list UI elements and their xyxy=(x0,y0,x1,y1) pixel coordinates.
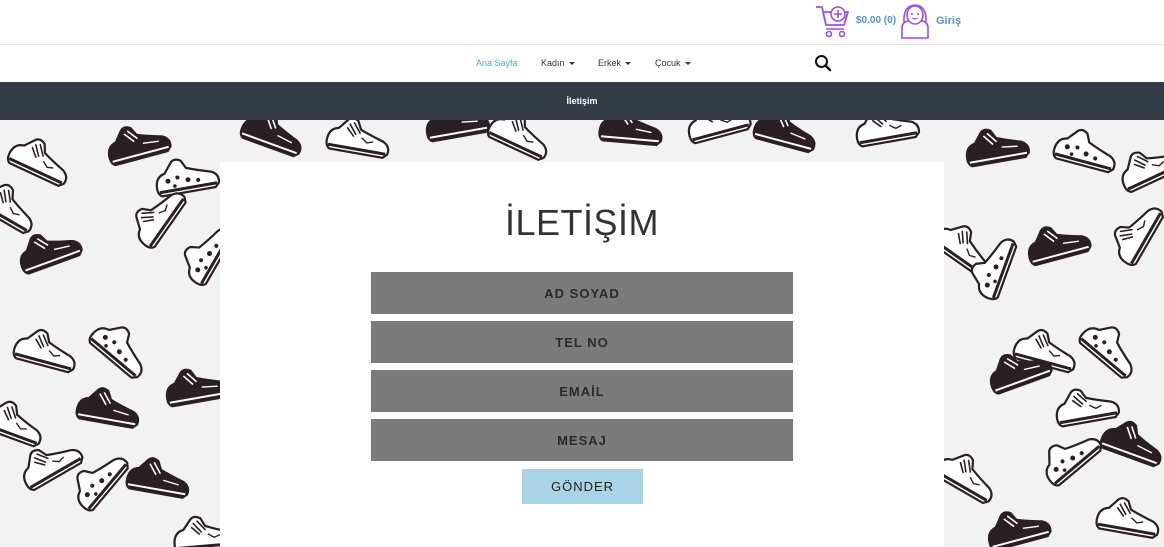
email-field[interactable] xyxy=(371,370,793,412)
cart-icon[interactable] xyxy=(814,3,852,39)
subnav-contact-link[interactable]: İletişim xyxy=(0,96,1164,106)
nav-item-men[interactable]: Erkek xyxy=(598,58,632,68)
nav-item-label: Erkek xyxy=(598,58,622,68)
nav-item-label: Çocuk xyxy=(655,58,681,68)
contact-panel: İLETİŞİM GÖNDER xyxy=(220,162,944,547)
nav-item-kids[interactable]: Çocuk xyxy=(655,58,691,68)
name-field[interactable] xyxy=(371,272,793,314)
main-nav: Ana Sayfa Kadın Erkek Çocuk xyxy=(0,45,1164,82)
chevron-down-icon xyxy=(625,62,632,66)
top-bar: $0.00 (0) Giriş xyxy=(0,0,1164,45)
login-link[interactable]: Giriş xyxy=(936,15,961,27)
nav-item-label: Kadın xyxy=(541,58,565,68)
page-title: İLETİŞİM xyxy=(504,202,660,243)
chevron-down-icon xyxy=(568,62,575,66)
user-avatar-icon[interactable] xyxy=(898,2,932,40)
nav-item-women[interactable]: Kadın xyxy=(541,58,575,68)
search-icon[interactable] xyxy=(814,54,832,72)
nav-item-home[interactable]: Ana Sayfa xyxy=(476,58,518,68)
nav-item-label: Ana Sayfa xyxy=(476,58,518,68)
send-button[interactable]: GÖNDER xyxy=(522,469,643,504)
chevron-down-icon xyxy=(684,62,691,66)
message-field[interactable] xyxy=(371,419,793,461)
cart-total[interactable]: $0.00 (0) xyxy=(856,15,896,26)
subnav-bar: İletişim xyxy=(0,82,1164,120)
phone-field[interactable] xyxy=(371,321,793,363)
